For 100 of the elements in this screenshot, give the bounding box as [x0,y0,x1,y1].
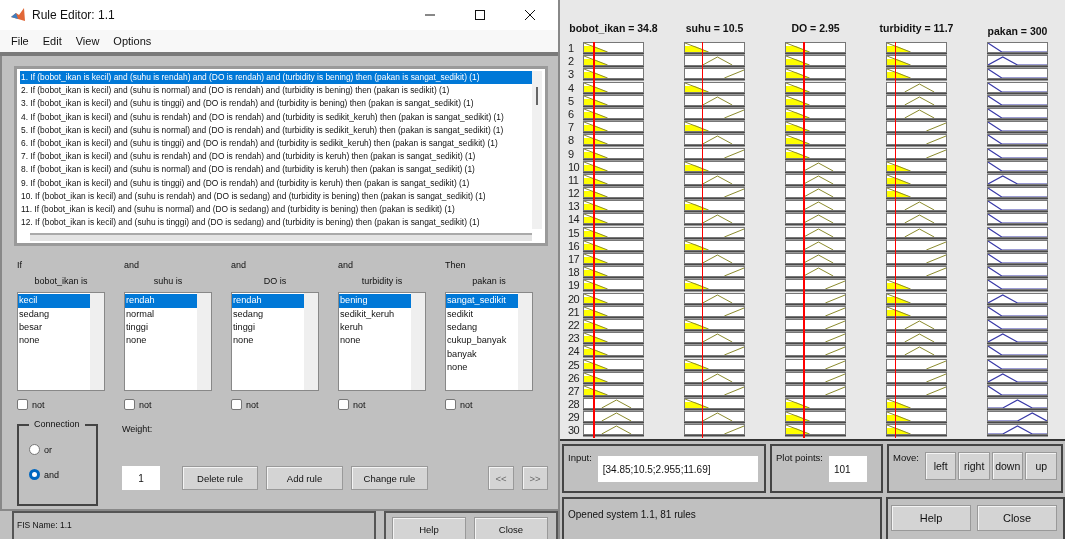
input-value-line[interactable] [593,42,595,438]
scrollbar[interactable] [518,293,532,391]
menu-item[interactable]: Edit [42,35,62,47]
membership-plot [987,94,1048,106]
horizontal-scrollbar[interactable] [30,233,532,242]
membership-plot [987,411,1048,423]
row-number: 1 [568,42,575,56]
rule-button[interactable]: Add rule [266,466,343,491]
move-button[interactable]: down [991,452,1024,480]
row-number: 19 [568,279,581,293]
radio-icon[interactable] [29,469,40,481]
footer-button[interactable]: Help [891,505,971,531]
rule-item[interactable]: 2. If (bobot_ikan is kecil) and (suhu is normal) and (DO is rendah) and (turbidity is bening) then (pakan is sedikit) (1) [20,84,532,98]
membership-plot [886,411,947,423]
option-item[interactable]: cukup_banyak [446,334,518,348]
rule-button[interactable]: Change rule [351,466,428,491]
scrollbar[interactable] [411,293,425,391]
move-button[interactable]: left [924,452,957,480]
option-item[interactable]: sedang [232,307,304,322]
row-number: 15 [568,226,581,240]
option-item[interactable]: rendah [232,294,304,308]
status-text: Opened system 1.1, 81 rules [562,497,882,539]
option-item[interactable]: none [18,334,90,348]
rule-button[interactable]: Delete rule [182,466,258,491]
option-item[interactable]: besar [18,321,90,335]
footer-button[interactable]: Close [474,517,548,539]
option-item[interactable]: tinggi [232,321,304,335]
scrollbar[interactable] [532,71,542,230]
membership-plot [785,134,846,146]
not-checkbox[interactable] [231,399,242,411]
option-item[interactable]: sedikit_keruh [339,307,411,322]
option-item[interactable]: keruh [339,321,411,335]
rule-item[interactable]: 7. If (bobot_ikan is kecil) and (suhu is rendah) and (DO is rendah) and (turbidity is keruh) then (pakan is sangat_sedikit) (1) [20,150,532,164]
input-value-line[interactable] [894,42,897,438]
checkbox-label: not [139,399,152,410]
footer-button[interactable]: Close [977,505,1057,531]
input-value-line[interactable] [803,42,805,438]
rule-item[interactable]: 1. If (bobot_ikan is kecil) and (suhu is rendah) and (DO is rendah) and (turbidity is bening) then (pakan is sangat_sedikit) (1) [20,71,532,85]
rule-item[interactable]: 3. If (bobot_ikan is kecil) and (suhu is tinggi) and (DO is rendah) and (turbidity is bening) then (pakan is sangat_sedikit) (1) [20,97,532,111]
not-checkbox[interactable] [17,399,28,411]
move-button[interactable]: up [1025,452,1057,480]
input-value-line[interactable] [701,42,704,438]
menu-item[interactable]: View [75,35,100,47]
option-item[interactable]: tinggi [125,321,197,335]
variable-label: bobot_ikan is [34,276,88,289]
rule-item[interactable]: 5. If (bobot_ikan is kecil) and (suhu is normal) and (DO is rendah) and (turbidity is sedikit_keruh) then (pakan is sangat_sedikit) (1) [20,123,532,137]
membership-plot [785,398,846,410]
not-checkbox[interactable] [124,399,135,411]
option-item[interactable]: sedang [18,307,90,322]
option-item[interactable]: none [125,334,197,348]
membership-plot [987,384,1048,396]
option-item[interactable]: sedang [446,321,518,335]
move-button[interactable]: right [958,452,990,480]
option-item[interactable]: bening [339,294,411,308]
option-item[interactable]: banyak [446,347,518,361]
scrollbar[interactable] [90,293,104,391]
input-field[interactable]: [34.85;10.5;2.955;11.69] [597,456,758,482]
menu-item[interactable]: Options [113,35,152,47]
membership-plot [583,239,644,251]
membership-plot [886,226,947,238]
close-icon[interactable] [524,9,536,21]
rule-item[interactable]: 10. If (bobot_ikan is kecil) and (suhu is rendah) and (DO is sedang) and (turbidity is bening) then (pakan is sangat_sedikit) (1) [20,189,532,204]
not-checkbox[interactable] [445,399,456,411]
radio-icon[interactable] [29,444,40,456]
radio-option[interactable]: or [29,444,96,456]
not-checkbox[interactable] [338,399,349,411]
radio-option[interactable]: and [29,469,96,481]
rule-item[interactable]: 8. If (bobot_ikan is kecil) and (suhu is normal) and (DO is rendah) and (turbidity is keruh) then (pakan is sangat_sedikit) (1) [20,163,532,177]
rule-item[interactable]: 12. If (bobot_ikan is kecil) and (suhu is tinggi) and (DO is sedang) and (turbidity is bening) then (pakan is sangat_sedikit) (1) [20,216,532,230]
membership-plot [785,305,846,317]
row-number: 6 [568,107,575,122]
row-number: 8 [568,134,575,148]
membership-plot [785,345,846,357]
scrollbar[interactable] [197,293,211,391]
menu-item[interactable]: File [11,35,29,47]
footer-button[interactable]: Help [392,517,466,539]
membership-plot [987,239,1048,251]
rule-item[interactable]: 9. If (bobot_ikan is kecil) and (suhu is tinggi) and (DO is rendah) and (turbidity is keruh) then (pakan is sangat_sedikit) (1) [20,176,532,190]
rule-item[interactable]: 6. If (bobot_ikan is kecil) and (suhu is tinggi) and (DO is rendah) and (turbidity is sedikit_keruh) then (pakan is sangat_sedikit) (1) [20,137,532,151]
rule-item[interactable]: 11. If (bobot_ikan is kecil) and (suhu is normal) and (DO is sedang) and (turbidity is bening) then (pakan is sedikit) (1) [20,203,532,217]
maximize-icon[interactable] [474,9,486,21]
membership-plot [684,371,745,383]
option-item[interactable]: normal [125,307,197,322]
option-item[interactable]: rendah [125,294,197,308]
membership-plot [886,318,947,330]
membership-plot [785,147,846,159]
row-number: 22 [568,318,581,333]
option-item[interactable]: kecil [18,294,90,308]
option-item[interactable]: none [446,360,518,375]
membership-plot [987,292,1048,304]
option-item[interactable]: sangat_sedikit [446,294,518,308]
plot-points-field[interactable]: 101 [829,456,867,482]
option-item[interactable]: sedikit [446,307,518,322]
rule-item[interactable]: 4. If (bobot_ikan is kecil) and (suhu is rendah) and (DO is rendah) and (turbidity is sedikit_keruh) then (pakan is sangat_sedikit) (1) [20,110,532,124]
membership-plot [886,42,947,53]
option-item[interactable]: none [232,334,304,348]
option-item[interactable]: none [339,334,411,348]
scrollbar[interactable] [304,293,318,391]
connector-label: and [338,260,354,273]
weight-field[interactable]: 1 [122,466,160,491]
